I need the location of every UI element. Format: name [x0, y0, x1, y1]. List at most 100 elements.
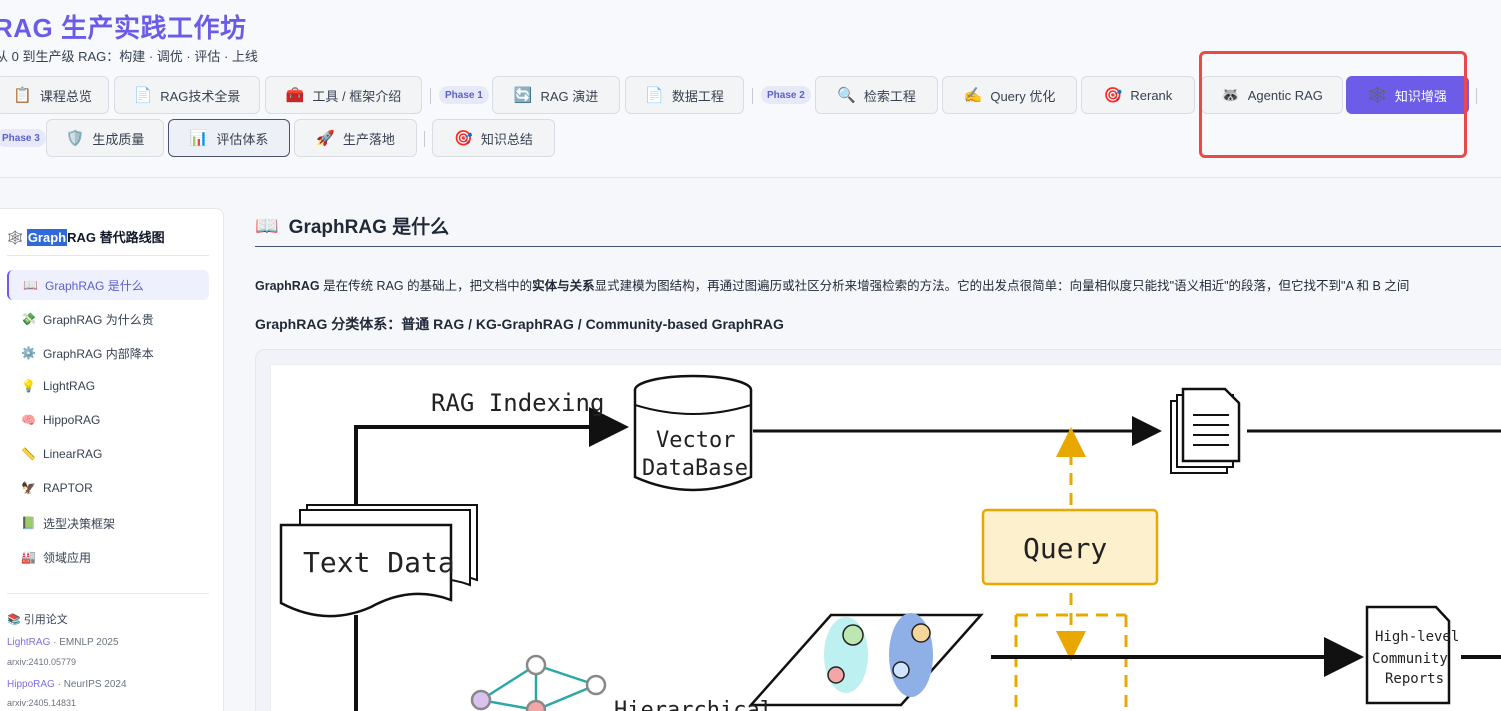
community-plane-icon: [748, 613, 984, 707]
money-icon: 💸: [21, 312, 36, 326]
page-title: RAG 生产实践工作坊: [0, 13, 247, 43]
nav-knowledge-enhancement[interactable]: 🕸️ 知识增强: [1346, 76, 1469, 114]
vector-database-icon: Vector DataBase: [633, 374, 753, 492]
bar-chart-icon: 📊: [189, 129, 209, 147]
reference-venue: · EMNLP 2025: [50, 637, 119, 648]
term-graphrag: GraphRAG: [255, 279, 320, 293]
intro-paragraph: GraphRAG 是在传统 RAG 的基础上，把文档中的实体与关系显式建模为图结…: [255, 275, 1501, 293]
indexing-arrow: [354, 407, 629, 515]
references-label: 引用论文: [23, 614, 68, 626]
sidebar-item-what-is-graphrag[interactable]: 📖 GraphRAG 是什么: [7, 270, 209, 300]
nav-label: 数据工程: [671, 88, 724, 104]
nav-agentic-rag[interactable]: 🦝 Agentic RAG: [1201, 76, 1343, 114]
sidebar-item-label: LinearRAG: [43, 447, 103, 461]
sidebar-item-raptor[interactable]: 🦅 RAPTOR: [7, 473, 209, 503]
section-heading: 📖 GraphRAG 是什么: [255, 212, 449, 239]
app-header: RAG 生产实践工作坊 从 0 到生产级 RAG：构建 · 调优 · 评估 · …: [0, 0, 1501, 178]
clipboard-icon: 📋: [13, 86, 32, 104]
nav-retrieval[interactable]: 🔍 检索工程: [815, 76, 938, 114]
page-subtitle: 从 0 到生产级 RAG：构建 · 调优 · 评估 · 上线: [0, 49, 258, 64]
community-reports-icon: High-level Community Reports: [1365, 605, 1459, 705]
sidebar-divider: [7, 593, 209, 594]
sidebar-title-rest: RAG 替代路线图: [67, 230, 165, 245]
sidebar-item-label: GraphRAG 是什么: [45, 278, 144, 293]
nav-separator: [752, 88, 753, 104]
nav-rag-overview[interactable]: 📄 RAG技术全景: [114, 76, 260, 114]
sidebar-item-label: RAPTOR: [43, 481, 93, 495]
nav-rag-evolution[interactable]: 🔄 RAG 演进: [492, 76, 620, 114]
svg-text:Community: Community: [1372, 651, 1448, 667]
target-icon: 🎯: [1103, 86, 1123, 104]
nav-knowledge-summary[interactable]: 🎯 知识总结: [432, 119, 555, 157]
document-icon: 📄: [645, 86, 664, 104]
rocket-icon: 🚀: [316, 129, 335, 147]
reference-item: LightRAG · EMNLP 2025: [7, 637, 119, 648]
sidebar-title: 🕸️ GraphRAG 替代路线图: [7, 227, 165, 246]
nav-query-optimization[interactable]: ✍️ Query 优化: [942, 76, 1077, 114]
refresh-icon: 🔄: [513, 86, 533, 104]
sidebar-item-why-expensive[interactable]: 💸 GraphRAG 为什么贵: [7, 304, 209, 334]
nav-data-engineering[interactable]: 📄 数据工程: [625, 76, 744, 114]
factory-icon: 🏭: [21, 550, 36, 564]
documents-icon: [1170, 387, 1241, 474]
svg-text:Reports: Reports: [1385, 671, 1444, 687]
book-icon: 📖: [255, 215, 279, 237]
phase-badge-1: Phase 1: [439, 86, 489, 104]
svg-text:High-level: High-level: [1375, 629, 1459, 645]
sidebar-item-label: 选型决策框架: [43, 516, 116, 531]
para-text: 是在传统 RAG 的基础上，把文档中的: [319, 279, 533, 293]
nav-rerank[interactable]: 🎯 Rerank: [1081, 76, 1195, 114]
nav-generation-quality[interactable]: 🛡️ 生成质量: [46, 119, 164, 157]
sidebar-item-decision-framework[interactable]: 📗 选型决策框架: [7, 508, 209, 538]
nav-evaluation[interactable]: 📊 评估体系: [168, 119, 290, 157]
nav-course-overview[interactable]: 📋 课程总览: [0, 76, 109, 114]
heading-rule: [255, 246, 1501, 247]
nav-label: RAG技术全景: [160, 88, 241, 104]
green-book-icon: 📗: [21, 516, 36, 530]
reference-item: HippoRAG · NeurIPS 2024: [7, 679, 127, 690]
sidebar-item-cost-reduction[interactable]: ⚙️ GraphRAG 内部降本: [7, 338, 209, 368]
gear-icon: ⚙️: [21, 346, 36, 360]
sidebar-item-domain-apps[interactable]: 🏭 领域应用: [7, 542, 209, 572]
nav-label: 生产落地: [342, 131, 395, 147]
sidebar-divider: [7, 255, 209, 256]
graphrag-diagram: RAG Indexing Vector DataBase Text Data Q…: [270, 364, 1501, 711]
para-text: 显式建模为图结构，再通过图遍历或社区分析来增强检索的方法。它的出发点很简单：向量…: [594, 279, 1410, 293]
network-icon: 🕸️: [1368, 86, 1387, 104]
brain-icon: 🧠: [21, 413, 36, 427]
term-entities-relations: 实体与关系: [532, 279, 595, 293]
rag-indexing-label: RAG Indexing: [431, 389, 604, 417]
phase-badge-3: Phase 3: [0, 129, 46, 147]
subsection-heading: GraphRAG 分类体系：普通 RAG / KG-GraphRAG / Com…: [255, 316, 784, 332]
ruler-icon: 📏: [21, 447, 36, 461]
network-icon: 🕸️: [7, 230, 24, 245]
eagle-icon: 🦅: [21, 481, 36, 495]
svg-text:DataBase: DataBase: [642, 456, 748, 481]
svg-text:Vector: Vector: [656, 428, 735, 453]
nav-tools[interactable]: 🧰 工具 / 框架介绍: [265, 76, 422, 114]
nav-label: 工具 / 框架介绍: [312, 88, 402, 104]
sidebar-item-label: HippoRAG: [43, 413, 101, 427]
nav-label: 知识总结: [480, 131, 533, 147]
nav-label: Agentic RAG: [1247, 87, 1323, 103]
nav-label: Query 优化: [990, 88, 1056, 104]
sidebar-item-lightrag[interactable]: 💡 LightRAG: [7, 371, 209, 401]
sidebar-item-linearrag[interactable]: 📏 LinearRAG: [7, 439, 209, 469]
nav-production[interactable]: 🚀 生产落地: [294, 119, 417, 157]
lightbulb-icon: 💡: [21, 379, 36, 393]
reference-link-hipporag[interactable]: HippoRAG: [7, 679, 55, 690]
svg-text:Text Data: Text Data: [303, 546, 455, 579]
sidebar-item-hipporag[interactable]: 🧠 HippoRAG: [7, 405, 209, 435]
pen-icon: ✍️: [963, 86, 983, 104]
nav-separator: [430, 88, 431, 104]
shield-icon: 🛡️: [65, 129, 85, 147]
reference-link-lightrag[interactable]: LightRAG: [7, 637, 50, 648]
reference-arxiv: arxiv:2405.14831: [7, 698, 77, 708]
search-icon: 🔍: [837, 86, 856, 104]
nav-separator: [424, 131, 425, 147]
sidebar-item-label: GraphRAG 内部降本: [43, 346, 154, 361]
document-icon: 📄: [133, 86, 153, 104]
raccoon-icon: 🦝: [1221, 86, 1240, 104]
target-icon: 🎯: [454, 129, 473, 147]
nav-label: 检索工程: [863, 88, 916, 104]
